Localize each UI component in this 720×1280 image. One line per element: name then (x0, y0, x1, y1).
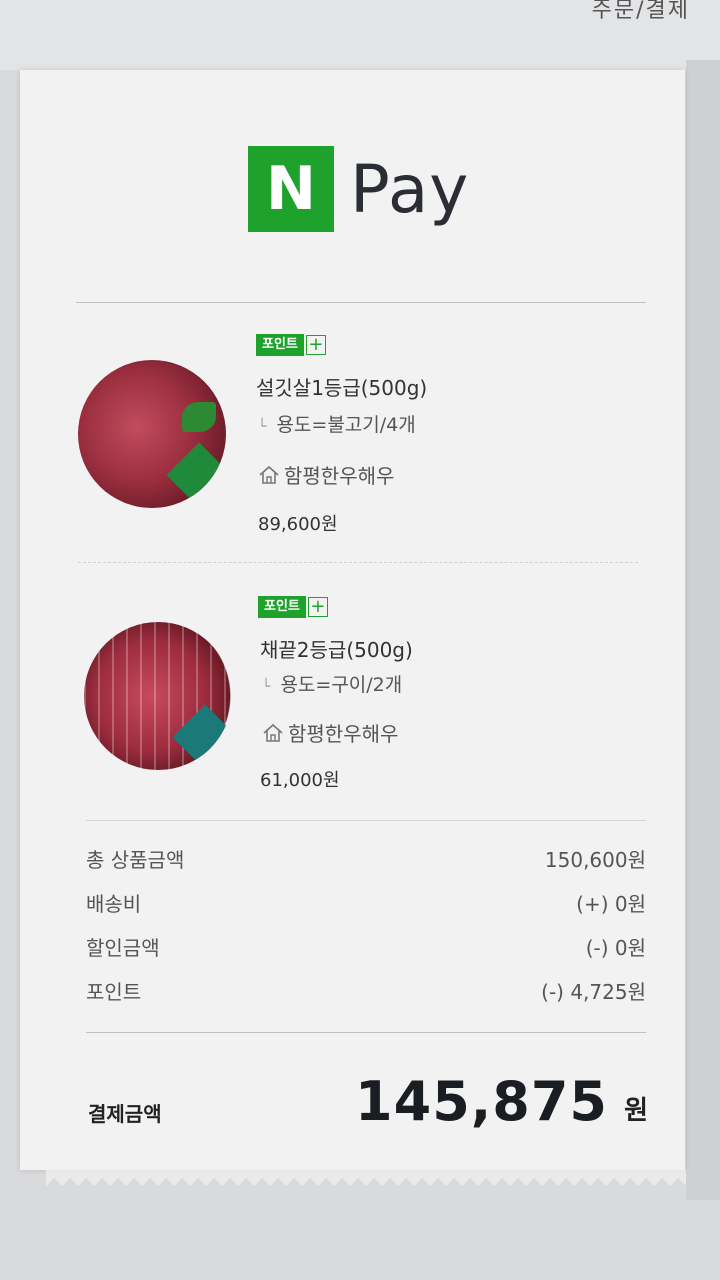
point-badge-label: 포인트 (258, 596, 306, 618)
store-link[interactable]: 함평한우해우 (258, 460, 394, 489)
product-option-text: 용도=구이/2개 (280, 674, 403, 696)
product-thumbnail[interactable] (84, 622, 232, 770)
npay-logo: N Pay (248, 146, 469, 232)
store-link[interactable]: 함평한우해우 (262, 718, 398, 747)
garnish-decoration (182, 402, 216, 432)
breadcrumb: 주문/결제 (591, 0, 690, 23)
summary-label: 포인트 (86, 980, 142, 1004)
point-badge: 포인트 + (258, 596, 328, 618)
product-name[interactable]: 채끝2등급(500g) (260, 634, 413, 663)
summary-row-subtotal: 총 상품금액 150,600원 (86, 844, 646, 874)
summary-row-shipping: 배송비 (+) 0원 (86, 888, 646, 918)
grade-1-ribbon-icon (166, 442, 226, 508)
option-indent-icon: └ (258, 419, 267, 435)
total-payment: 결제금액 145,875 원 (88, 1070, 648, 1140)
logo-text: Pay (350, 150, 470, 228)
item-divider (78, 562, 638, 563)
summary-value: (-) 4,725원 (541, 980, 646, 1004)
total-divider (86, 1032, 646, 1033)
store-name[interactable]: 함평한우해우 (284, 460, 394, 489)
order-item[interactable]: 포인트 + 채끝2등급(500g) └ 용도=구이/2개 함평한우해우 61,00… (78, 592, 638, 792)
summary-value: (-) 0원 (585, 936, 646, 960)
store-name[interactable]: 함평한우해우 (288, 718, 398, 747)
right-margin (686, 60, 720, 1200)
plus-icon: + (305, 335, 326, 355)
option-indent-icon: └ (262, 679, 271, 695)
summary-label: 배송비 (86, 892, 142, 916)
logo-mark: N (265, 154, 317, 224)
summary-row-discount: 할인금액 (-) 0원 (86, 932, 646, 962)
summary-row-points: 포인트 (-) 4,725원 (86, 976, 646, 1006)
store-home-icon (259, 465, 279, 484)
summary-value: (+) 0원 (576, 892, 646, 916)
store-home-icon (263, 723, 283, 742)
grade-2-ribbon-icon (172, 704, 232, 770)
summary-label: 총 상품금액 (86, 848, 185, 872)
point-badge: 포인트 + (256, 334, 326, 356)
plus-icon: + (307, 597, 328, 617)
product-price: 89,600원 (258, 514, 338, 535)
naver-n-icon: N (248, 146, 334, 232)
order-item[interactable]: 포인트 + 설깃살1등급(500g) └ 용도=불고기/4개 함평한우해우 89,… (78, 330, 638, 535)
total-currency: 원 (624, 1096, 648, 1126)
product-price: 61,000원 (260, 770, 340, 791)
total-amount: 145,875 (355, 1070, 608, 1133)
product-thumbnail[interactable] (78, 360, 226, 508)
product-name[interactable]: 설깃살1등급(500g) (256, 372, 427, 401)
product-option: └ 용도=불고기/4개 (258, 410, 416, 437)
summary-top-divider (86, 820, 646, 821)
top-bar: 주문/결제 (0, 0, 720, 70)
point-badge-label: 포인트 (256, 334, 304, 356)
receipt-tear-edge (46, 1170, 686, 1188)
header-divider (76, 302, 646, 303)
summary-label: 할인금액 (86, 936, 160, 960)
product-option-text: 용도=불고기/4개 (276, 414, 416, 436)
total-label: 결제금액 (88, 1102, 162, 1126)
product-option: └ 용도=구이/2개 (262, 670, 402, 697)
summary-value: 150,600원 (544, 848, 646, 872)
